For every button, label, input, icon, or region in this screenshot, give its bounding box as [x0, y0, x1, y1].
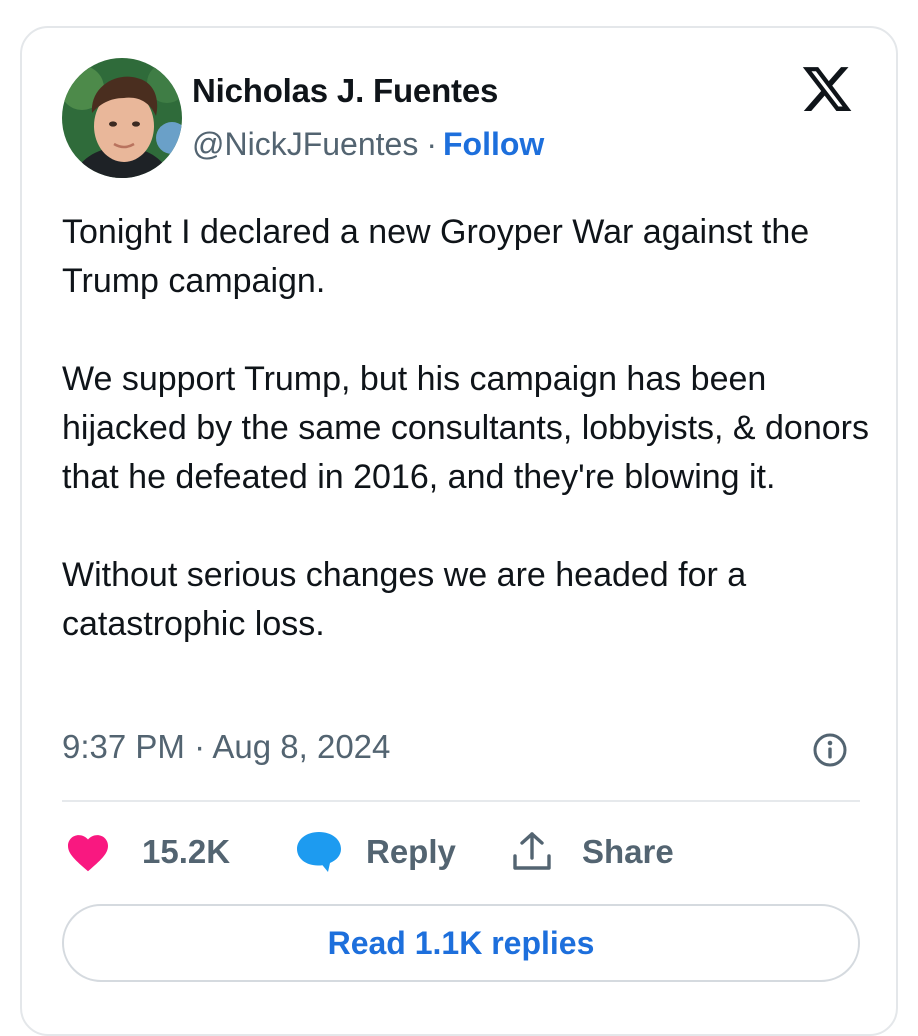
share-button[interactable]: Share — [510, 824, 674, 880]
read-replies-label: Read 1.1K replies — [327, 924, 595, 961]
author-name[interactable]: Nicholas J. Fuentes — [192, 72, 498, 110]
handle-row: @NickJFuentes · Follow — [192, 126, 544, 163]
author-handle[interactable]: @NickJFuentes — [192, 126, 418, 162]
tweet-card: Nicholas J. Fuentes @NickJFuentes · Follow… — [20, 26, 898, 1036]
tweet-paragraph: Without serious changes we are headed fo… — [62, 556, 747, 643]
tweet-text: Tonight I declared a new Groyper War aga… — [62, 208, 872, 649]
divider — [62, 800, 860, 802]
reply-label: Reply — [366, 833, 456, 870]
follow-button[interactable]: Follow — [443, 126, 544, 162]
heart-icon — [68, 835, 108, 872]
tweet-paragraph: We support Trump, but his campaign has b… — [62, 360, 869, 496]
avatar[interactable] — [62, 58, 182, 178]
share-upload-icon — [513, 832, 551, 870]
action-bar: 15.2K Reply Share — [62, 824, 862, 880]
like-count: 15.2K — [142, 833, 231, 870]
speech-bubble-icon — [297, 832, 341, 872]
share-label: Share — [582, 833, 674, 870]
like-button[interactable]: 15.2K — [66, 824, 230, 880]
x-logo-icon[interactable] — [800, 62, 854, 116]
info-icon[interactable] — [812, 732, 848, 768]
read-replies-button[interactable]: Read 1.1K replies — [62, 904, 860, 982]
tweet-paragraph: Tonight I declared a new Groyper War aga… — [62, 213, 810, 300]
tweet-timestamp[interactable]: 9:37 PM · Aug 8, 2024 — [62, 728, 390, 766]
reply-button[interactable]: Reply — [294, 824, 456, 880]
separator-dot: · — [426, 126, 437, 162]
